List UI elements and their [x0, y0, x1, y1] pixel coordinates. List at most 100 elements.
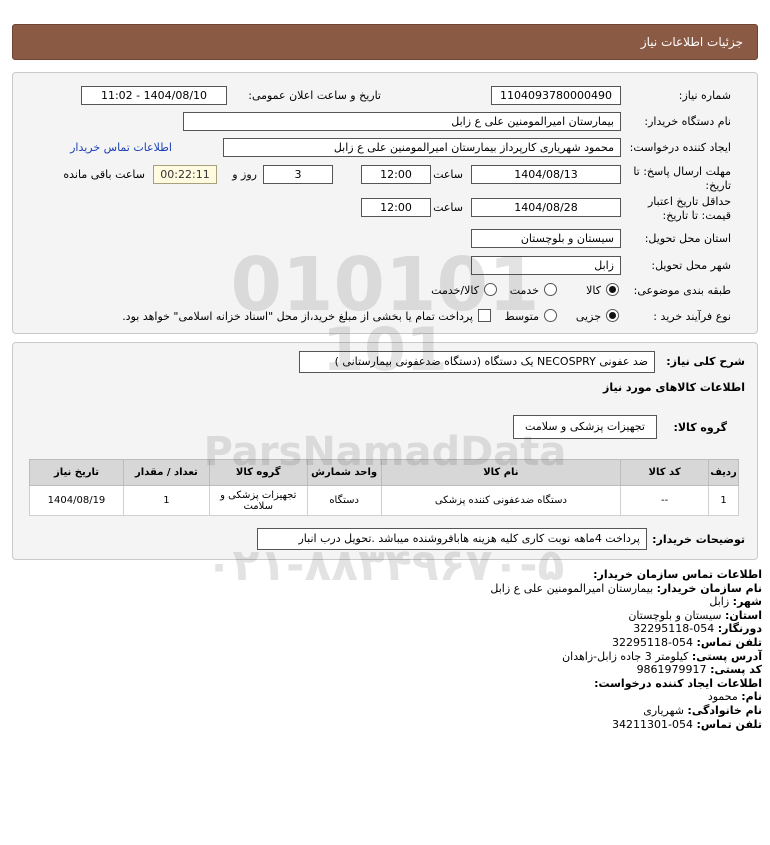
days-label: روز و — [232, 168, 257, 181]
province-field: سیستان و بلوچستان — [471, 229, 621, 248]
creator-label: ایجاد کننده درخواست: — [629, 141, 731, 154]
contact-postal-value: 9861979917 — [636, 663, 707, 677]
need-details-panel: شرح کلی نیاز: ضد عفونی NECOSPRY یک دستگا… — [12, 342, 758, 560]
cell-name: دستگاه ضدعفونی کننده پزشکی — [380, 485, 622, 516]
validity-label: حداقل تاریخ اعتبار — [647, 195, 731, 208]
city-field: زابل — [471, 256, 621, 275]
contact-address: آدرس پستی: کیلومتر 3 جاده زابل-زاهدان — [22, 650, 762, 664]
deadline-date-field: 1404/08/13 — [471, 165, 621, 184]
summary-label: شرح کلی نیاز: — [666, 355, 745, 368]
purchase-minor-radio[interactable] — [606, 309, 619, 322]
contact-org-title: اطلاعات تماس سازمان خریدار: — [593, 568, 762, 581]
validity-label-2: قیمت: تا تاریخ: — [662, 209, 731, 222]
cell-code: -- — [620, 485, 710, 516]
remaining-label: ساعت باقی مانده — [63, 168, 145, 181]
contact-postal-label: کد پستی: — [710, 663, 762, 677]
buyer-org-field: بیمارستان امیرالمومنین علی ع زابل — [183, 112, 621, 131]
goods-info-title: اطلاعات کالاهای مورد نیاز — [603, 381, 745, 394]
col-group: گروه کالا — [208, 459, 308, 486]
col-code: کد کالا — [620, 459, 710, 486]
validity-time-label: ساعت — [433, 201, 463, 214]
treasury-checkbox[interactable] — [478, 309, 491, 322]
category-service-radio[interactable] — [544, 283, 557, 296]
contact-address-label: آدرس پستی: — [691, 649, 762, 663]
creator-field: محمود شهریاری کارپرداز بیمارستان امیرالم… — [223, 138, 621, 157]
remaining-timer: 00:22:11 — [153, 165, 217, 184]
first-name-value: محمود — [707, 690, 738, 704]
contact-city-value: زابل — [709, 595, 730, 609]
table-header-row: ردیف کد کالا نام کالا واحد شمارش گروه کا… — [29, 459, 739, 486]
col-row: ردیف — [708, 459, 739, 486]
buyer-contact-link[interactable]: اطلاعات تماس خریدار — [70, 141, 172, 154]
contact-phone: تلفن تماس: 054-32295118 — [22, 636, 762, 650]
buyer-notes-field: پرداخت 4ماهه نوبت کاری کلیه هزینه هابافر… — [257, 528, 647, 550]
col-date: تاریخ نیاز — [29, 459, 124, 486]
contact-org-name: نام سازمان خریدار: بیمارستان امیرالمومنی… — [22, 582, 762, 596]
need-number-label: شماره نیاز: — [678, 89, 731, 102]
validity-date-field: 1404/08/28 — [471, 198, 621, 217]
creator-first-name: نام: محمود — [22, 690, 762, 704]
creator-phone: تلفن تماس: 054-34211301 — [22, 718, 762, 732]
need-info-panel: شماره نیاز: 1104093780000490 تاریخ و ساع… — [12, 72, 758, 334]
buyer-org-label: نام دستگاه خریدار: — [644, 115, 731, 128]
purchase-medium-radio[interactable] — [544, 309, 557, 322]
contact-address-value: کیلومتر 3 جاده زابل-زاهدان — [562, 649, 689, 663]
contact-postal: کد پستی: 9861979917 — [22, 663, 762, 677]
summary-field: ضد عفونی NECOSPRY یک دستگاه (دستگاه ضدعف… — [299, 351, 655, 373]
table-row: 1 -- دستگاه ضدعفونی کننده پزشکی دستگاه ت… — [29, 485, 739, 516]
page-title: جزئیات اطلاعات نیاز — [640, 35, 743, 49]
purchase-minor-label: جزیی — [575, 310, 601, 323]
cell-unit: دستگاه — [306, 485, 382, 516]
org-name-label: نام سازمان خریدار: — [656, 581, 762, 595]
purchase-type-label: نوع فرآیند خرید : — [653, 310, 731, 323]
contact-city-label: شهر: — [732, 595, 762, 609]
contact-province-value: سیستان و بلوچستان — [628, 608, 722, 622]
col-unit: واحد شمارش — [306, 459, 382, 486]
contact-phone-label: تلفن تماس: — [696, 635, 762, 649]
need-number-field: 1104093780000490 — [491, 86, 621, 105]
creator-title: اطلاعات ایجاد کننده درخواست: — [594, 676, 762, 690]
contact-province: استان: سیستان و بلوچستان — [22, 609, 762, 623]
org-name-value: بیمارستان امیرالمومنین علی ع زابل — [490, 581, 654, 595]
goods-table: ردیف کد کالا نام کالا واحد شمارش گروه کا… — [29, 459, 739, 516]
contact-fax-label: دورنگار: — [717, 622, 762, 636]
col-qty: تعداد / مقدار — [122, 459, 210, 486]
creator-phone-value: 054-34211301 — [612, 717, 694, 731]
contact-section: اطلاعات تماس سازمان خریدار: نام سازمان خ… — [22, 568, 762, 731]
deadline-label-2: تاریخ: — [705, 179, 731, 192]
cell-group: تجهیزات پزشکی و سلامت — [208, 485, 308, 516]
category-goods-label: کالا — [586, 284, 601, 297]
last-name-label: نام خانوادگی: — [687, 703, 762, 717]
cell-date: 1404/08/19 — [29, 485, 124, 516]
category-goods-radio[interactable] — [606, 283, 619, 296]
deadline-label: مهلت ارسال پاسخ: تا — [633, 165, 731, 178]
goods-group-label: گروه کالا: — [673, 421, 727, 434]
contact-city: شهر: زابل — [22, 595, 762, 609]
announce-field: 1404/08/10 - 11:02 — [81, 86, 227, 105]
buyer-notes-label: توضیحات خریدار: — [652, 533, 745, 546]
treasury-note: پرداخت تمام یا بخشی از مبلغ خرید،از محل … — [122, 310, 473, 323]
first-name-label: نام: — [741, 690, 762, 704]
cell-qty: 1 — [122, 485, 210, 516]
announce-label: تاریخ و ساعت اعلان عمومی: — [248, 89, 381, 102]
contact-province-label: استان: — [725, 608, 762, 622]
deadline-time-label: ساعت — [433, 168, 463, 181]
category-both-radio[interactable] — [484, 283, 497, 296]
purchase-medium-label: متوسط — [504, 310, 539, 323]
goods-group-field: تجهیزات پزشکی و سلامت — [513, 415, 657, 439]
contact-fax-value: 054-32295118 — [633, 622, 715, 636]
contact-phone-value: 054-32295118 — [612, 635, 694, 649]
page-header: جزئیات اطلاعات نیاز — [12, 24, 758, 60]
province-label: استان محل تحویل: — [644, 232, 731, 245]
validity-time-field: 12:00 — [361, 198, 431, 217]
deadline-time-field: 12:00 — [361, 165, 431, 184]
creator-phone-label: تلفن تماس: — [696, 717, 762, 731]
creator-last-name: نام خانوادگی: شهریاری — [22, 704, 762, 718]
last-name-value: شهریاری — [643, 703, 684, 717]
category-label: طبقه بندی موضوعی: — [633, 284, 731, 297]
category-both-label: کالا/خدمت — [431, 284, 479, 297]
category-service-label: خدمت — [509, 284, 539, 297]
col-name: نام کالا — [380, 459, 622, 486]
city-label: شهر محل تحویل: — [651, 259, 731, 272]
contact-fax: دورنگار: 054-32295118 — [22, 622, 762, 636]
